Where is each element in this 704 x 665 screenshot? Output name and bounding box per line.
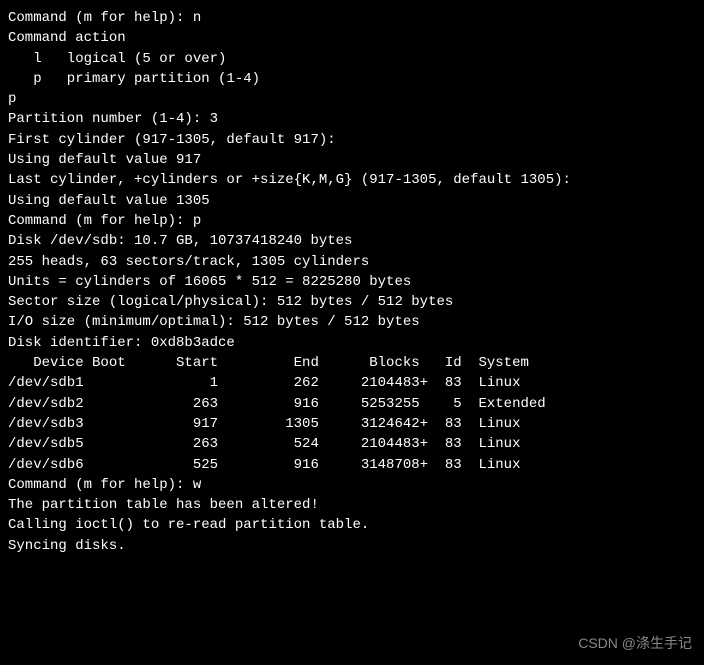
terminal-line: l logical (5 or over) xyxy=(8,49,696,69)
terminal-line: Syncing disks. xyxy=(8,536,696,556)
terminal-line: Disk /dev/sdb: 10.7 GB, 10737418240 byte… xyxy=(8,231,696,251)
terminal-line: Units = cylinders of 16065 * 512 = 82252… xyxy=(8,272,696,292)
terminal-line: I/O size (minimum/optimal): 512 bytes / … xyxy=(8,312,696,332)
terminal-line: Command (m for help): p xyxy=(8,211,696,231)
terminal-line: Partition number (1-4): 3 xyxy=(8,109,696,129)
partition-table-row: /dev/sdb2 263 916 5253255 5 Extended xyxy=(8,394,696,414)
terminal-line: Command (m for help): w xyxy=(8,475,696,495)
terminal-line: The partition table has been altered! xyxy=(8,495,696,515)
terminal-line: Command action xyxy=(8,28,696,48)
terminal-line: First cylinder (917-1305, default 917): xyxy=(8,130,696,150)
terminal-line: Using default value 917 xyxy=(8,150,696,170)
partition-table-row: /dev/sdb3 917 1305 3124642+ 83 Linux xyxy=(8,414,696,434)
partition-table-row: /dev/sdb5 263 524 2104483+ 83 Linux xyxy=(8,434,696,454)
terminal-line: Command (m for help): n xyxy=(8,8,696,28)
terminal-line: Sector size (logical/physical): 512 byte… xyxy=(8,292,696,312)
terminal-line: Calling ioctl() to re-read partition tab… xyxy=(8,515,696,535)
partition-table-header: Device Boot Start End Blocks Id System xyxy=(8,353,696,373)
terminal-line: p xyxy=(8,89,696,109)
partition-table-row: /dev/sdb1 1 262 2104483+ 83 Linux xyxy=(8,373,696,393)
terminal-line: 255 heads, 63 sectors/track, 1305 cylind… xyxy=(8,252,696,272)
terminal-line: Disk identifier: 0xd8b3adce xyxy=(8,333,696,353)
partition-table-row: /dev/sdb6 525 916 3148708+ 83 Linux xyxy=(8,455,696,475)
terminal-line: Last cylinder, +cylinders or +size{K,M,G… xyxy=(8,170,696,190)
terminal-line: p primary partition (1-4) xyxy=(8,69,696,89)
watermark-text: CSDN @涤生手记 xyxy=(578,633,692,653)
terminal-line: Using default value 1305 xyxy=(8,191,696,211)
